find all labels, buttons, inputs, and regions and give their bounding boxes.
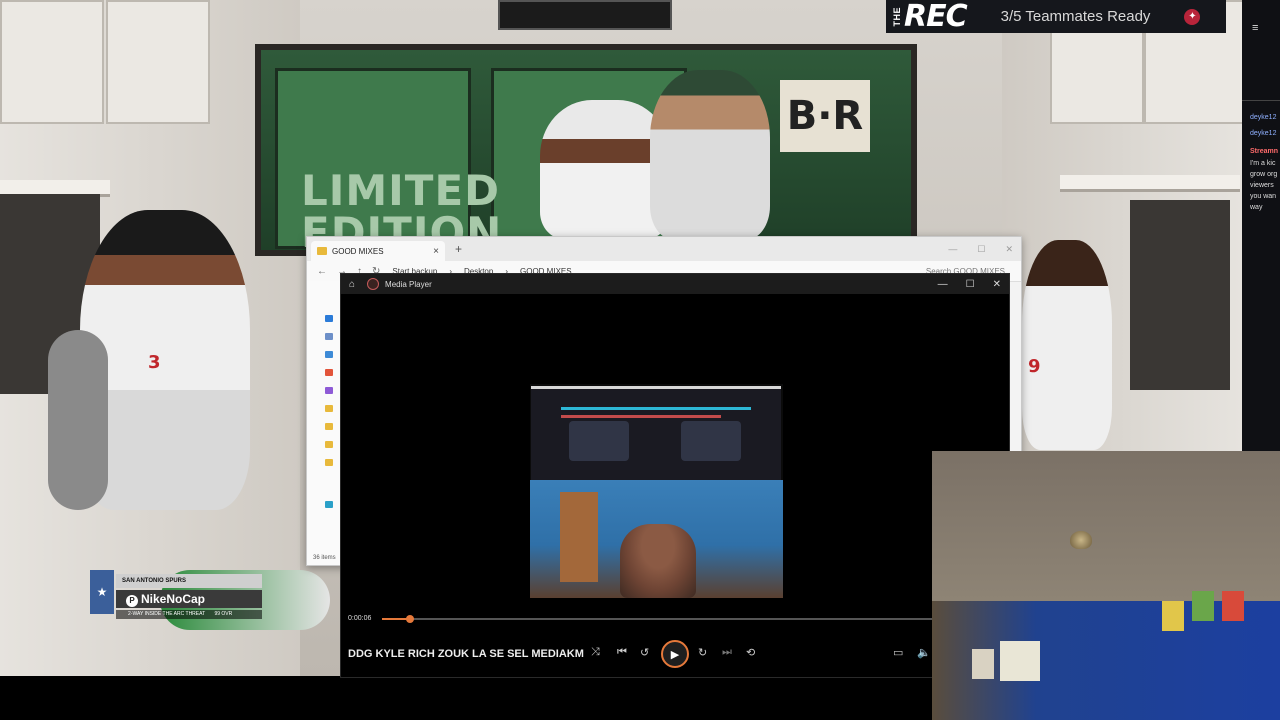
song-title: DDG KYLE RICH ZOUK LA SE SEL MEDIAKM... <box>348 648 584 660</box>
dj-webcam-feed <box>530 480 783 598</box>
door <box>560 492 598 582</box>
left-cabinet-2 <box>106 0 210 124</box>
gamertag-bar: P NikeNoCap <box>116 590 262 608</box>
minimize-icon[interactable]: — <box>938 279 948 290</box>
repeat-icon[interactable]: ⟲ <box>746 646 755 659</box>
back-icon[interactable]: ← <box>317 266 327 277</box>
deck-left <box>569 421 629 461</box>
seek-track[interactable] <box>382 615 948 623</box>
explorer-window-controls: — ☐ ✕ <box>948 244 1013 255</box>
playstation-icon: P <box>126 595 138 607</box>
gamertag: NikeNoCap <box>141 592 206 606</box>
folder-icon[interactable] <box>325 459 333 466</box>
teammates-ready-status: 3/5 Teammates Ready <box>1000 8 1151 25</box>
right-shelf <box>1060 175 1240 192</box>
media-player-title: Media Player <box>385 279 432 289</box>
chat-message-line: viewers <box>1250 182 1274 189</box>
chat-username: deyke12 <box>1250 114 1277 121</box>
close-icon[interactable]: ✕ <box>1005 244 1013 255</box>
explorer-tab-title: GOOD MIXES <box>332 246 384 256</box>
maximize-icon[interactable]: ☐ <box>977 244 985 255</box>
previous-icon[interactable]: ⏮ <box>617 646 627 659</box>
rewind-10-icon[interactable]: ↺ <box>640 646 649 659</box>
rec-logo: REC <box>904 0 968 34</box>
chat-menu-icon[interactable]: ≡ <box>1252 22 1258 34</box>
this-pc-icon[interactable] <box>325 501 333 508</box>
home-icon[interactable]: ⌂ <box>349 279 355 290</box>
documents-icon[interactable] <box>325 333 333 340</box>
explorer-navigation-pane: 36 items <box>307 281 341 565</box>
teammate-avatar <box>1022 240 1112 450</box>
team-logo-icon: ★ <box>90 570 114 614</box>
archetype: 2-WAY INSIDE THE ARC THREAT <box>128 611 206 617</box>
download-icon[interactable] <box>325 315 333 322</box>
team-label: SAN ANTONIO SPURS <box>116 574 262 588</box>
wall-poster <box>1192 591 1214 621</box>
streamer-webcam <box>932 451 1280 720</box>
wall-poster <box>972 649 994 679</box>
player-jersey-number: 3 <box>148 352 161 373</box>
item-count: 36 items <box>313 555 336 561</box>
next-icon[interactable]: ⏭ <box>722 646 732 659</box>
forward-30-icon[interactable]: ↻ <box>698 646 707 659</box>
folder-icon[interactable] <box>325 441 333 448</box>
volume-icon[interactable]: 🔈 <box>917 646 931 659</box>
minimize-icon[interactable]: — <box>948 244 957 255</box>
teammate-jersey-number: 9 <box>1028 356 1041 377</box>
media-player-titlebar: ⌂ Media Player — ☐ ✕ <box>341 274 1009 294</box>
video-frame[interactable] <box>530 384 783 598</box>
overall-rating: 99 OVR <box>214 611 233 617</box>
folder-icon[interactable] <box>325 423 333 430</box>
close-tab-icon[interactable]: × <box>433 246 439 257</box>
rec-lobby-banner: THE REC 3/5 Teammates Ready ✦ <box>886 0 1226 34</box>
left-cabinet <box>0 0 104 124</box>
the-label: THE <box>892 6 902 27</box>
pictures-icon[interactable] <box>325 351 333 358</box>
media-player-window-controls: — ☐ ✕ <box>938 279 1001 290</box>
wall-poster <box>1162 601 1184 631</box>
waveform <box>561 407 751 410</box>
waveform <box>561 415 721 418</box>
videos-icon[interactable] <box>325 387 333 394</box>
chair <box>48 330 108 510</box>
bleacher-report-logo: B·R <box>780 80 870 152</box>
folder-icon <box>317 247 327 255</box>
chat-message-line: I'm a kic <box>1250 160 1276 167</box>
music-icon[interactable] <box>325 369 333 376</box>
seek-bar[interactable]: 0:00:06 <box>348 613 948 625</box>
chat-message-line: grow org <box>1250 171 1278 178</box>
archetype-line: 2-WAY INSIDE THE ARC THREAT 99 OVR <box>116 610 262 619</box>
wall-poster <box>1222 591 1244 621</box>
right-closet <box>1130 200 1230 390</box>
deck-right <box>681 421 741 461</box>
ceiling-light <box>1070 531 1092 549</box>
new-tab-icon[interactable]: + <box>455 242 462 256</box>
dj-software-screen <box>531 386 781 481</box>
background-player-character <box>650 70 770 240</box>
chat-username: Streamn <box>1250 148 1279 155</box>
media-player-window: ⌂ Media Player — ☐ ✕ 0:00:06 DDG KYLE RI… <box>340 273 1010 678</box>
current-time: 0:00:06 <box>348 615 372 622</box>
explorer-titlebar: GOOD MIXES × + — ☐ ✕ <box>307 237 1021 261</box>
play-icon[interactable]: ▶ <box>661 640 689 668</box>
chat-divider <box>1242 100 1280 101</box>
seek-handle[interactable] <box>406 615 415 623</box>
playback-controls: DDG KYLE RICH ZOUK LA SE SEL MEDIAKM... … <box>341 640 1009 668</box>
chat-message-line: you wan <box>1250 193 1277 200</box>
maximize-icon[interactable]: ☐ <box>966 279 975 290</box>
dj-person <box>620 524 696 598</box>
chat-message-line: way <box>1250 204 1263 211</box>
scoreboard <box>498 0 672 30</box>
player-nameplate: ★ SAN ANTONIO SPURS P NikeNoCap 2-WAY INS… <box>90 570 264 622</box>
folder-icon[interactable] <box>325 405 333 412</box>
close-icon[interactable]: ✕ <box>993 279 1001 290</box>
media-player-app-icon <box>367 278 380 290</box>
ceiling <box>932 451 1280 601</box>
miniplayer-icon[interactable]: ▭ <box>893 646 903 659</box>
shuffle-icon[interactable]: ⤨ <box>591 646 600 659</box>
rec-badge-icon: ✦ <box>1184 8 1201 25</box>
explorer-tab[interactable]: GOOD MIXES × <box>311 241 445 261</box>
window-light <box>1000 641 1040 681</box>
chat-username: deyke12 <box>1250 130 1277 137</box>
